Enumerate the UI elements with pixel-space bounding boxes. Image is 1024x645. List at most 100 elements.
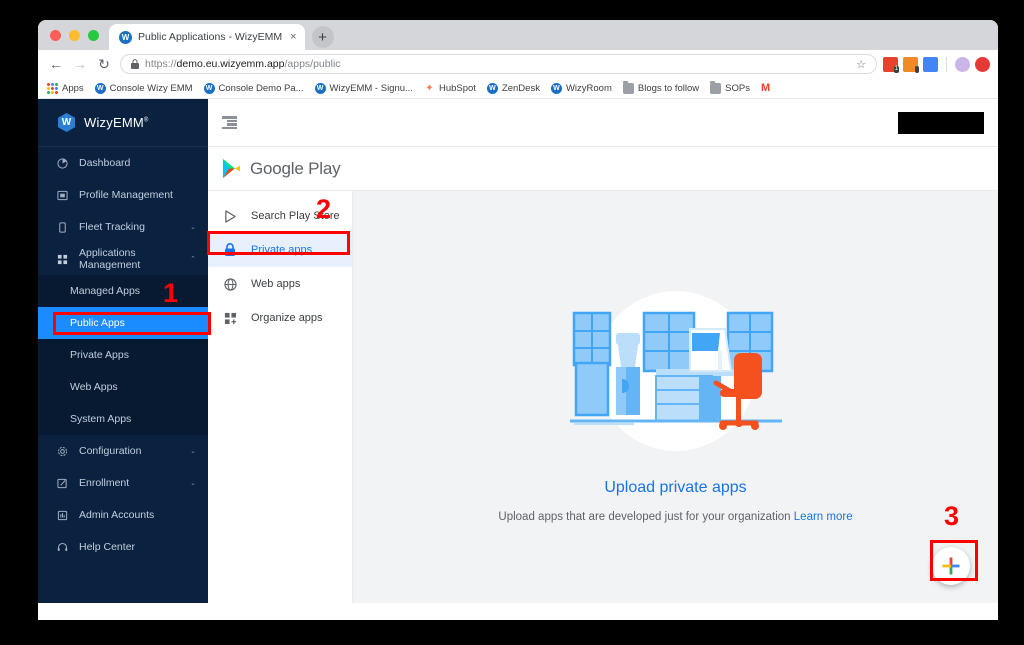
sidebar-item-managed-apps[interactable]: Managed Apps	[38, 275, 208, 307]
sidebar-item-label: Profile Management	[79, 189, 173, 201]
new-tab-button[interactable]: +	[311, 26, 334, 48]
sidebar-item-fleet-tracking[interactable]: Fleet Tracking ⌄	[38, 211, 208, 243]
sidebar-item-system-apps[interactable]: System Apps	[38, 403, 208, 435]
close-window-button[interactable]	[50, 29, 61, 41]
bookmark-label: Console Demo Pa...	[218, 82, 304, 94]
minimize-window-button[interactable]	[69, 29, 80, 41]
sidebar-item-label: Dashboard	[79, 157, 131, 169]
bookmark-label: HubSpot	[438, 82, 476, 94]
extension-icon-5[interactable]	[975, 56, 990, 72]
maximize-window-button[interactable]	[88, 29, 99, 41]
apps-grid-icon	[47, 82, 58, 94]
tab-strip: W Public Applications - WizyEMM × +	[38, 20, 998, 50]
sidebar-subitem-label: Web Apps	[70, 381, 118, 393]
bookmark-folder-sops[interactable]: SOPs	[710, 80, 750, 94]
sidebar-item-label: Admin Accounts	[79, 509, 155, 521]
play-menu-label: Organize apps	[251, 312, 323, 324]
bookmark-folder-blogs[interactable]: Blogs to follow	[622, 80, 700, 94]
star-icon[interactable]: ☆	[856, 58, 866, 71]
sidebar-item-web-apps[interactable]: Web Apps	[38, 371, 208, 403]
play-menu-item-web-apps[interactable]: Web apps	[208, 267, 352, 301]
screenshot-root: W Public Applications - WizyEMM × + ← → …	[0, 0, 1024, 645]
chevron-down-icon[interactable]: ⌄	[190, 447, 196, 455]
sidebar-item-applications-management[interactable]: Applications Management ⌃	[38, 243, 208, 275]
wizyemm-favicon: W	[94, 82, 106, 94]
play-body: Search Play Store Private apps Web apps …	[208, 191, 998, 603]
bookmark-zendesk[interactable]: W ZenDesk	[486, 82, 540, 94]
play-menu-item-private-apps[interactable]: Private apps	[208, 233, 352, 267]
bookmark-wizyroom[interactable]: W WizyRoom	[550, 82, 612, 94]
url-host: demo.eu.wizyemm.app	[176, 58, 285, 70]
play-menu-item-organize-apps[interactable]: Organize apps	[208, 301, 352, 335]
wizyemm-favicon: W	[119, 30, 132, 44]
admin-icon	[56, 510, 69, 521]
bookmark-label: Blogs to follow	[637, 82, 700, 94]
sidebar-subitem-label: System Apps	[70, 413, 132, 425]
chevron-up-icon[interactable]: ⌃	[190, 255, 196, 263]
sidebar-item-label: Applications Management	[79, 247, 141, 271]
google-plus-add-icon	[942, 557, 960, 575]
hubspot-icon: ✦	[425, 82, 434, 94]
empty-state-title: Upload private apps	[604, 479, 747, 496]
sidebar-item-configuration[interactable]: Configuration ⌄	[38, 435, 208, 467]
toolbar-divider	[946, 56, 947, 72]
annotation-number-2: 2	[316, 194, 332, 224]
close-tab-icon[interactable]: ×	[288, 31, 296, 43]
bookmark-label: SOPs	[725, 82, 750, 94]
wizyemm-logo-icon: W	[58, 113, 75, 132]
browser-tab[interactable]: W Public Applications - WizyEMM ×	[109, 24, 305, 50]
wizyemm-favicon: W	[314, 82, 326, 94]
sidebar-item-public-apps[interactable]: Public Apps	[38, 307, 208, 339]
chevron-down-icon[interactable]: ⌄	[190, 479, 196, 487]
bookmark-label: Apps	[62, 82, 84, 94]
play-menu-label: Web apps	[251, 278, 301, 290]
window-controls	[48, 20, 105, 50]
play-triangle-icon	[222, 209, 238, 223]
google-play-icon	[222, 159, 241, 178]
sidebar-item-help-center[interactable]: Help Center	[38, 531, 208, 563]
globe-icon	[222, 277, 238, 291]
url-text: https://demo.eu.wizyemm.app/apps/public	[145, 58, 341, 70]
learn-more-link[interactable]: Learn more	[794, 511, 853, 523]
sidebar-subitem-label: Public Apps	[70, 317, 125, 329]
bookmark-hubspot[interactable]: ✦ HubSpot	[424, 83, 476, 94]
extension-icon-2[interactable]	[903, 56, 919, 73]
add-private-app-fab[interactable]	[932, 547, 970, 585]
reload-icon[interactable]: ↻	[92, 52, 116, 76]
extension-icon-4[interactable]	[955, 56, 970, 72]
google-play-header: Google Play	[208, 147, 998, 191]
forward-icon[interactable]: →	[68, 52, 92, 76]
sidebar-item-label: Help Center	[79, 541, 136, 553]
bookmark-label: WizyEMM - Signu...	[329, 82, 413, 94]
phone-icon	[56, 221, 69, 233]
office-workspace-illustration	[569, 291, 782, 451]
bookmark-apps[interactable]: Apps	[47, 82, 84, 94]
extension-icon-3[interactable]	[923, 56, 938, 72]
edit-square-icon	[56, 478, 69, 489]
address-bar[interactable]: https://demo.eu.wizyemm.app/apps/public …	[120, 54, 877, 74]
sidebar-item-profile-management[interactable]: Profile Management	[38, 179, 208, 211]
headset-icon	[56, 542, 69, 553]
wizyemm-favicon: W	[203, 82, 215, 94]
wizyemm-favicon: W	[486, 82, 498, 94]
bookmark-wizyemm-signup[interactable]: W WizyEMM - Signu...	[314, 82, 413, 94]
bookmark-console-demo[interactable]: W Console Demo Pa...	[203, 82, 304, 94]
bookmark-gmail[interactable]: M	[761, 82, 770, 94]
empty-state-subtitle: Upload apps that are developed just for …	[498, 511, 853, 523]
chevron-down-icon[interactable]: ⌄	[190, 223, 196, 231]
bookmark-label: Console Wizy EMM	[109, 82, 193, 94]
sidebar-item-label: Fleet Tracking	[79, 221, 145, 233]
sidebar-item-private-apps[interactable]: Private Apps	[38, 339, 208, 371]
url-path: /apps/public	[284, 58, 341, 70]
brand-logo[interactable]: W WizyEMM®	[38, 99, 208, 147]
sidebar-item-admin-accounts[interactable]: Admin Accounts	[38, 499, 208, 531]
back-icon[interactable]: ←	[44, 52, 68, 76]
collapse-sidebar-icon[interactable]	[222, 116, 237, 129]
bookmark-label: ZenDesk	[501, 82, 540, 94]
annotation-number-3: 3	[944, 501, 960, 531]
sidebar-item-dashboard[interactable]: Dashboard	[38, 147, 208, 179]
bookmark-console-wizy-emm[interactable]: W Console Wizy EMM	[94, 82, 193, 94]
extension-icon-1[interactable]: 1	[883, 56, 899, 73]
play-menu: Search Play Store Private apps Web apps …	[208, 191, 353, 603]
sidebar-item-enrollment[interactable]: Enrollment ⌄	[38, 467, 208, 499]
